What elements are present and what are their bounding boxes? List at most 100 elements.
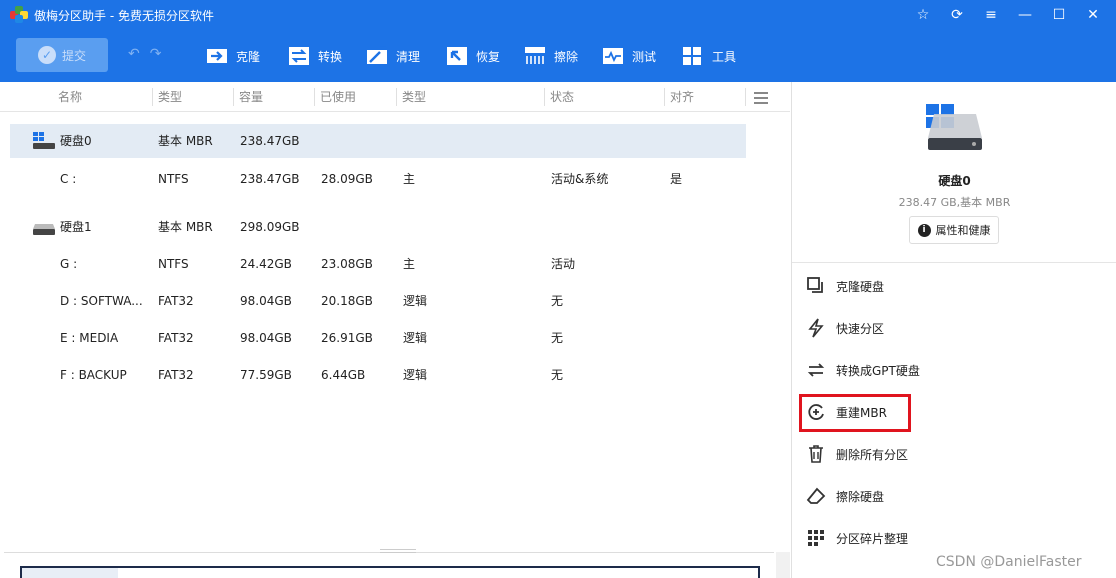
action-label: 克隆硬盘 (836, 279, 885, 294)
row-name: 硬盘0 (60, 134, 92, 148)
action-defragment[interactable]: 分区碎片整理 (806, 526, 908, 550)
toolbar-wipe-label: 擦除 (554, 49, 579, 64)
row-capacity: 238.47GB (240, 134, 300, 148)
table-row[interactable]: F : BACKUP FAT32 77.59GB 6.44GB 逻辑 无 (10, 358, 746, 392)
table-row[interactable]: E : MEDIA FAT32 98.04GB 26.91GB 逻辑 无 (10, 321, 746, 355)
toolbar-tools-label: 工具 (712, 49, 737, 64)
row-type: FAT32 (158, 294, 194, 308)
header-used[interactable]: 已使用 (320, 82, 356, 112)
commit-label: 提交 (61, 48, 86, 63)
trash-icon (809, 445, 823, 463)
disk-detail-panel: 硬盘0 238.47 GB,基本 MBR i 属性和健康 克隆硬盘 快速分区 转… (791, 82, 1116, 578)
action-clone-disk[interactable]: 克隆硬盘 (806, 274, 884, 298)
disk-table: 名称 类型 容量 已使用 类型 状态 对齐 硬盘0 基本 MBR 238.47G… (0, 82, 790, 578)
window-title: 傲梅分区助手 - 免费无损分区软件 (34, 8, 214, 23)
refresh-icon[interactable]: ⟳ (940, 0, 974, 30)
toolbar-convert-button[interactable]: 转换 (288, 44, 342, 68)
row-used: 26.91GB (321, 331, 373, 345)
table-header: 名称 类型 容量 已使用 类型 状态 对齐 (0, 82, 790, 112)
maximize-button[interactable]: ☐ (1042, 0, 1076, 30)
row-partition-type: 逻辑 (403, 331, 428, 345)
commit-button[interactable]: ✓ 提交 (16, 38, 108, 72)
row-status: 无 (551, 294, 564, 308)
toolbar-tools-button[interactable]: 工具 (682, 44, 736, 68)
row-used: 23.08GB (321, 257, 373, 271)
row-type: 基本 MBR (158, 220, 213, 234)
info-icon: i (917, 223, 931, 237)
row-type: FAT32 (158, 368, 194, 382)
properties-health-button[interactable]: i 属性和健康 (909, 216, 999, 244)
header-name[interactable]: 名称 (58, 82, 82, 112)
convert-arrows-icon (807, 363, 825, 377)
disk-map-panel[interactable] (20, 566, 760, 578)
disk-windows-icon (33, 132, 55, 149)
toolbar-wipe-button[interactable]: 擦除 (524, 44, 578, 68)
row-name: F : BACKUP (60, 368, 127, 382)
table-row[interactable]: G : NTFS 24.42GB 23.08GB 主 活动 (10, 247, 746, 281)
row-used: 20.18GB (321, 294, 373, 308)
minimize-button[interactable]: — (1008, 0, 1042, 30)
clean-icon (367, 46, 387, 64)
disk-icon (33, 224, 55, 235)
column-settings-icon[interactable] (754, 92, 768, 107)
row-used: 28.09GB (321, 172, 373, 186)
header-status[interactable]: 状态 (550, 82, 574, 112)
row-capacity: 238.47GB (240, 172, 300, 186)
tools-icon (683, 47, 701, 65)
close-button[interactable]: ✕ (1076, 0, 1110, 30)
row-type: NTFS (158, 172, 189, 186)
row-partition-type: 主 (403, 172, 416, 186)
row-type: FAT32 (158, 331, 194, 345)
toolbar-clean-button[interactable]: 清理 (366, 44, 420, 68)
toolbar-clean-label: 清理 (396, 49, 421, 64)
header-capacity[interactable]: 容量 (239, 82, 263, 112)
header-align[interactable]: 对齐 (670, 82, 694, 112)
app-logo-icon (10, 6, 28, 24)
row-status: 无 (551, 368, 564, 382)
toolbar-test-button[interactable]: 测试 (602, 44, 656, 68)
row-capacity: 298.09GB (240, 220, 300, 234)
table-row[interactable]: 硬盘1 基本 MBR 298.09GB (10, 210, 746, 244)
undo-icon[interactable]: ↶ (128, 46, 140, 62)
toolbar-recover-label: 恢复 (476, 49, 501, 64)
clone-disk-icon (807, 277, 823, 293)
row-capacity: 24.42GB (240, 257, 292, 271)
row-partition-type: 逻辑 (403, 368, 428, 382)
redo-icon[interactable]: ↷ (150, 46, 162, 62)
action-quick-partition[interactable]: 快速分区 (806, 316, 884, 340)
favorite-icon[interactable]: ☆ (906, 0, 940, 30)
splitter-grip[interactable] (380, 549, 416, 553)
action-convert-gpt[interactable]: 转换成GPT硬盘 (806, 358, 920, 382)
table-row[interactable]: C : NTFS 238.47GB 28.09GB 主 活动&系统 是 (10, 162, 746, 196)
header-partition-type[interactable]: 类型 (402, 82, 426, 112)
recover-icon (447, 47, 467, 65)
annotation-highlight (799, 394, 911, 432)
action-label: 快速分区 (836, 321, 885, 336)
row-capacity: 98.04GB (240, 331, 292, 345)
action-label: 擦除硬盘 (836, 489, 885, 504)
action-delete-all-partitions[interactable]: 删除所有分区 (806, 442, 908, 466)
row-partition-type: 逻辑 (403, 294, 428, 308)
toolbar-clone-button[interactable]: 克隆 (206, 44, 260, 68)
selected-disk-title: 硬盘0 (938, 174, 971, 188)
defrag-icon (808, 530, 824, 546)
row-used: 6.44GB (321, 368, 366, 382)
table-row[interactable]: 硬盘0 基本 MBR 238.47GB (10, 124, 746, 158)
main-toolbar: ✓ 提交 ↶ ↷ 克隆 转换 清理 恢复 擦除 测试 工具 (0, 30, 1116, 82)
action-wipe-disk[interactable]: 擦除硬盘 (806, 484, 884, 508)
row-capacity: 77.59GB (240, 368, 292, 382)
row-type: NTFS (158, 257, 189, 271)
toolbar-clone-label: 克隆 (236, 49, 261, 64)
table-row[interactable]: D : SOFTWA... FAT32 98.04GB 20.18GB 逻辑 无 (10, 284, 746, 318)
toolbar-recover-button[interactable]: 恢复 (446, 44, 500, 68)
properties-health-label: 属性和健康 (935, 224, 991, 237)
menu-icon[interactable]: ≡ (974, 0, 1008, 30)
header-type[interactable]: 类型 (158, 82, 182, 112)
test-icon (603, 48, 623, 64)
row-name: C : (60, 172, 77, 186)
vertical-scrollbar[interactable] (776, 552, 790, 578)
watermark: CSDN @DanielFaster (936, 554, 1082, 570)
title-bar: 傲梅分区助手 - 免费无损分区软件 ☆ ⟳ ≡ — ☐ ✕ (0, 0, 1116, 30)
action-label: 分区碎片整理 (836, 531, 909, 546)
row-type: 基本 MBR (158, 134, 213, 148)
